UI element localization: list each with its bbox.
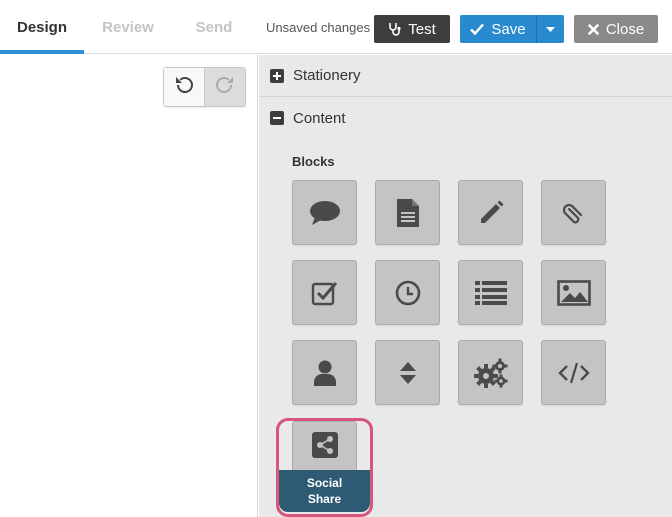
tab-design[interactable]: Design <box>0 0 84 54</box>
close-button-label: Close <box>605 20 645 38</box>
block-attachment[interactable] <box>541 180 606 245</box>
paperclip-icon <box>561 199 587 227</box>
social-share-label: Social Share <box>279 470 370 512</box>
block-edit[interactable] <box>458 180 523 245</box>
document-icon <box>396 198 420 228</box>
pencil-icon <box>477 199 505 227</box>
block-code[interactable] <box>541 340 606 405</box>
top-bar: Design Review Send Unsaved changes Test … <box>0 0 672 54</box>
close-button[interactable]: Close <box>574 15 658 43</box>
save-button[interactable]: Save <box>460 15 536 43</box>
content-label: Content <box>293 109 346 127</box>
tab-review[interactable]: Review <box>86 0 170 54</box>
person-icon <box>313 359 337 387</box>
list-icon <box>474 280 507 305</box>
unsaved-changes-status: Unsaved changes <box>266 20 371 35</box>
block-text[interactable] <box>292 180 357 245</box>
block-spacer[interactable] <box>375 340 440 405</box>
social-share-label-line2: Share <box>307 492 342 506</box>
test-button[interactable]: Test <box>374 15 450 43</box>
block-list[interactable] <box>458 260 523 325</box>
block-clock[interactable] <box>375 260 440 325</box>
clock-icon <box>395 280 421 306</box>
test-button-label: Test <box>408 20 436 38</box>
tab-send[interactable]: Send <box>172 0 256 54</box>
checkbox-icon <box>311 280 339 306</box>
caret-down-icon <box>546 26 555 32</box>
undo-button[interactable] <box>164 68 205 106</box>
redo-icon <box>214 74 236 101</box>
x-icon <box>588 23 599 35</box>
code-icon <box>557 361 590 385</box>
block-settings[interactable] <box>458 340 523 405</box>
block-checkbox[interactable] <box>292 260 357 325</box>
plus-square-icon <box>270 68 284 83</box>
block-document[interactable] <box>375 180 440 245</box>
stationery-label: Stationery <box>293 67 361 84</box>
save-button-label: Save <box>491 20 526 38</box>
share-icon <box>311 431 338 463</box>
redo-button[interactable] <box>205 68 245 106</box>
stationery-section-header[interactable]: Stationery <box>259 55 672 97</box>
content-panel: Stationery Content Blocks Social Share <box>259 55 672 517</box>
content-section-header[interactable]: Content <box>259 97 672 139</box>
block-image[interactable] <box>541 260 606 325</box>
undo-icon <box>173 74 195 101</box>
save-options-dropdown[interactable] <box>536 15 564 43</box>
design-canvas[interactable] <box>0 55 258 517</box>
stethoscope-icon <box>388 22 401 36</box>
gears-icon <box>473 358 508 388</box>
blocks-heading: Blocks <box>292 154 335 169</box>
check-icon <box>470 23 485 35</box>
social-share-label-line1: Social <box>306 476 343 490</box>
history-controls <box>163 67 246 107</box>
image-icon <box>556 279 591 306</box>
minus-square-icon <box>270 111 284 125</box>
block-person[interactable] <box>292 340 357 405</box>
spacer-icon <box>399 360 417 386</box>
speech-bubble-icon <box>309 199 341 227</box>
